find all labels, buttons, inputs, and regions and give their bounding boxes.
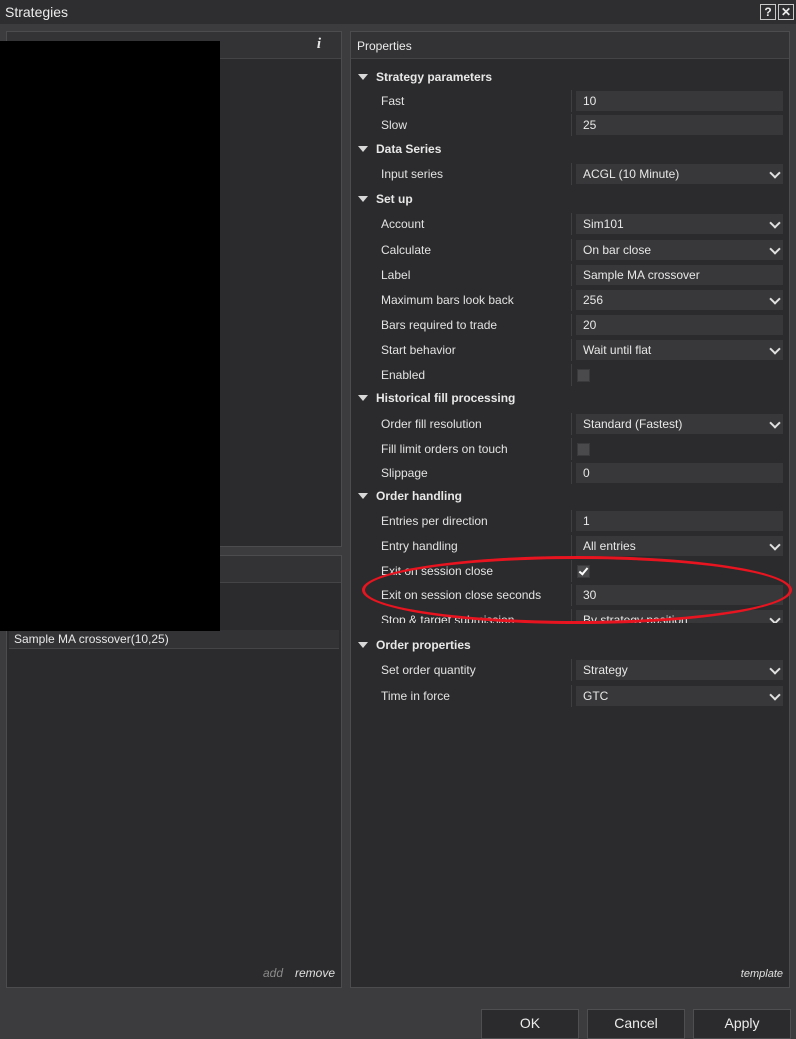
property-row-entry-handling: Entry handling All entries [351,535,789,557]
fast-input[interactable]: 10 [576,91,783,111]
slow-input[interactable]: 25 [576,115,783,135]
chevron-down-icon[interactable] [769,167,781,179]
exit-seconds-input[interactable]: 30 [576,585,783,605]
property-row-order-quantity: Set order quantity Strategy [351,659,789,681]
info-icon[interactable]: i [317,36,321,53]
property-row-enabled: Enabled [351,364,789,386]
slippage-input[interactable]: 0 [576,463,783,483]
properties-title: Properties [357,39,412,53]
entry-handling-dropdown[interactable]: All entries [576,536,783,556]
order-quantity-dropdown[interactable]: Strategy [576,660,783,680]
add-link[interactable]: add [263,966,283,980]
time-in-force-dropdown[interactable]: GTC [576,686,783,706]
property-row-stop-target: Stop & target submission By strategy pos… [351,609,789,623]
calculate-dropdown[interactable]: On bar close [576,240,783,260]
property-row-fast: Fast 10 [351,90,789,112]
remove-link[interactable]: remove [295,966,335,980]
property-row-slow: Slow 25 [351,114,789,136]
chevron-down-icon[interactable] [769,417,781,429]
chevron-down-icon[interactable] [769,613,781,623]
properties-header: Properties [351,32,789,59]
property-row-max-bars: Maximum bars look back 256 [351,289,789,311]
property-row-bars-required: Bars required to trade 20 [351,314,789,336]
collapse-arrow-icon[interactable] [358,74,368,80]
label-input[interactable]: Sample MA crossover [576,265,783,285]
start-behavior-dropdown[interactable]: Wait until flat [576,340,783,360]
category-strategy-parameters[interactable]: Strategy parameters [351,67,789,89]
bars-required-input[interactable]: 20 [576,315,783,335]
property-row-start-behavior: Start behavior Wait until flat [351,339,789,361]
enabled-checkbox[interactable] [577,369,590,382]
property-row-time-in-force: Time in force GTC [351,685,789,707]
chevron-down-icon[interactable] [769,293,781,305]
collapse-arrow-icon[interactable] [358,642,368,648]
collapse-arrow-icon[interactable] [358,493,368,499]
category-data-series[interactable]: Data Series [351,139,789,161]
ok-button[interactable]: OK [481,1009,579,1039]
chevron-down-icon[interactable] [769,243,781,255]
category-historical-fill[interactable]: Historical fill processing [351,388,789,410]
property-row-input-series: Input series ACGL (10 Minute) [351,163,789,185]
property-row-slippage: Slippage 0 [351,462,789,484]
exit-on-session-close-checkbox[interactable] [577,565,590,578]
property-row-exit-on-session-close: Exit on session close [351,560,789,582]
stop-target-dropdown[interactable]: By strategy position [576,610,783,623]
close-button[interactable]: ✕ [778,4,794,20]
max-bars-dropdown[interactable]: 256 [576,290,783,310]
chevron-down-icon[interactable] [769,663,781,675]
title-bar: Strategies ? ✕ [0,0,796,24]
collapse-arrow-icon[interactable] [358,196,368,202]
apply-button[interactable]: Apply [693,1009,791,1039]
strategy-instance-label: Sample MA crossover(10,25) [14,632,169,646]
property-row-exit-seconds: Exit on session close seconds 30 [351,584,789,606]
chevron-down-icon[interactable] [769,539,781,551]
collapse-arrow-icon[interactable] [358,395,368,401]
fill-limit-checkbox[interactable] [577,443,590,456]
chevron-down-icon[interactable] [769,689,781,701]
entries-per-direction-input[interactable]: 1 [576,511,783,531]
category-order-handling[interactable]: Order handling [351,486,789,508]
collapse-arrow-icon[interactable] [358,146,368,152]
account-dropdown[interactable]: Sim101 [576,214,783,234]
property-row-fill-limit: Fill limit orders on touch [351,438,789,460]
help-button[interactable]: ? [760,4,776,20]
redacted-area [0,41,220,631]
property-row-calculate: Calculate On bar close [351,239,789,261]
cancel-button[interactable]: Cancel [587,1009,685,1039]
window-title: Strategies [5,4,69,20]
properties-panel: Properties Strategy parameters Fast 10 S… [350,31,790,988]
category-set-up[interactable]: Set up [351,189,789,211]
property-row-account: Account Sim101 [351,213,789,235]
strategy-instance-row[interactable]: Sample MA crossover(10,25) [9,630,339,649]
order-fill-resolution-dropdown[interactable]: Standard (Fastest) [576,414,783,434]
category-order-properties[interactable]: Order properties [351,635,789,657]
property-row-order-fill-resolution: Order fill resolution Standard (Fastest) [351,413,789,435]
property-row-label: Label Sample MA crossover [351,264,789,286]
template-link[interactable]: template [741,968,783,980]
chevron-down-icon[interactable] [769,217,781,229]
property-row-entries-per-direction: Entries per direction 1 [351,510,789,532]
input-series-dropdown[interactable]: ACGL (10 Minute) [576,164,783,184]
chevron-down-icon[interactable] [769,343,781,355]
